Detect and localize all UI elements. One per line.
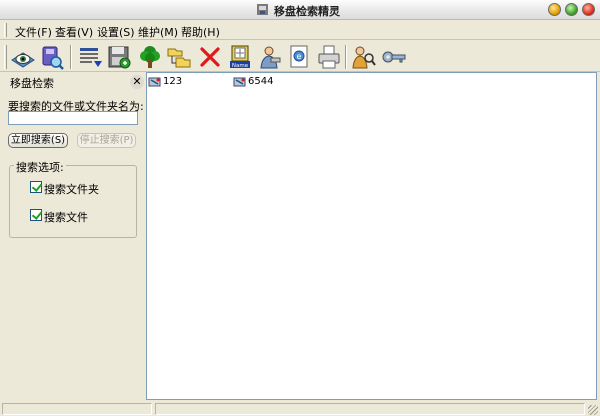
status-bar	[0, 402, 600, 416]
search-folders-label: 搜索文件夹	[44, 183, 99, 196]
toolbar: Name e	[0, 41, 600, 72]
floppy-add-icon[interactable]	[106, 44, 132, 70]
file-name: 123	[163, 76, 183, 87]
delete-x-icon[interactable]	[197, 44, 223, 70]
resize-grip[interactable]	[588, 405, 598, 415]
person-tool-icon[interactable]	[256, 44, 282, 70]
status-panel	[2, 403, 152, 415]
app-icon	[257, 4, 268, 15]
folder-tree-icon[interactable]	[166, 44, 192, 70]
drive-file-icon	[233, 77, 246, 87]
menu-view[interactable]: 查看(V)	[55, 24, 93, 40]
file-name: 6544	[248, 76, 274, 87]
toolbar-separator	[70, 45, 72, 69]
minimize-button[interactable]	[548, 3, 561, 16]
search-pane-title: 移盘检索	[10, 77, 54, 90]
search-files-label: 搜索文件	[44, 211, 88, 224]
search-input[interactable]	[8, 111, 138, 125]
menu-settings[interactable]: 设置(S)	[97, 24, 135, 40]
search-folders-checkbox[interactable]	[30, 181, 42, 193]
file-list-pane[interactable]: 123 6544	[146, 72, 597, 400]
search-files-checkbox[interactable]	[30, 209, 42, 221]
stop-search-button[interactable]: 停止搜索(P)	[77, 133, 136, 148]
drive-file-icon	[148, 77, 161, 87]
start-search-button[interactable]: 立即搜索(S)	[8, 133, 68, 148]
rename-name-icon[interactable]: Name	[227, 44, 253, 70]
toolbar-separator	[345, 45, 347, 69]
maximize-button[interactable]	[565, 3, 578, 16]
menu-grip[interactable]	[4, 23, 7, 37]
tree-icon[interactable]	[137, 44, 163, 70]
key-icon[interactable]	[381, 44, 407, 70]
status-panel	[155, 403, 585, 415]
search-pane-header: 移盘检索 ✕	[4, 74, 144, 90]
search-options-group: 搜索选项: 搜索文件夹 搜索文件	[9, 159, 137, 238]
disk-search-icon[interactable]	[39, 44, 65, 70]
menu-bar: 文件(F) 查看(V) 设置(S) 维护(M) 帮助(H)	[0, 20, 600, 40]
web-page-icon[interactable]: e	[286, 44, 312, 70]
printer-icon[interactable]	[316, 44, 342, 70]
toolbar-grip[interactable]	[4, 45, 7, 69]
close-pane-icon[interactable]: ✕	[130, 75, 144, 89]
rename-badge-label: Name	[232, 63, 249, 69]
svg-text:e: e	[297, 52, 302, 61]
menu-maintenance[interactable]: 维护(M)	[138, 24, 178, 40]
search-options-legend: 搜索选项:	[14, 159, 66, 175]
eye-view-icon[interactable]	[10, 44, 36, 70]
search-pane: 移盘检索 ✕ 要搜索的文件或文件夹名为: 立即搜索(S) 停止搜索(P) 搜索选…	[0, 72, 145, 400]
menu-file[interactable]: 文件(F)	[15, 24, 52, 40]
close-window-button[interactable]	[582, 3, 595, 16]
user-search-icon[interactable]	[351, 44, 377, 70]
list-dropdown-icon[interactable]	[77, 44, 103, 70]
window-title: 移盘检索精灵	[274, 5, 340, 18]
menu-help[interactable]: 帮助(H)	[181, 24, 220, 40]
title-bar: 移盘检索精灵	[0, 0, 600, 20]
